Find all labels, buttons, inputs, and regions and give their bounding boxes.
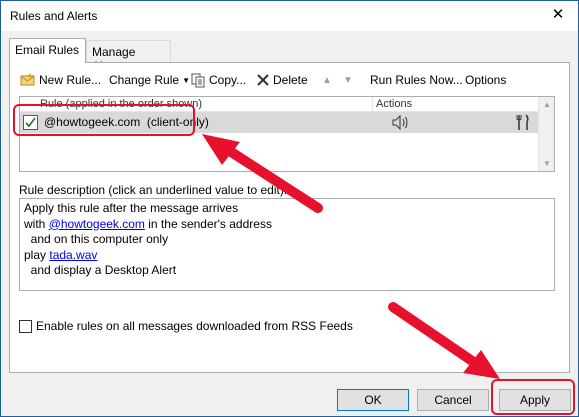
window-title: Rules and Alerts	[10, 9, 98, 23]
description-line-2: with @howtogeek.com in the sender's addr…	[24, 217, 554, 233]
apply-button[interactable]: Apply	[499, 389, 571, 411]
ok-button[interactable]: OK	[337, 389, 409, 411]
change-rule-label: Change Rule	[109, 73, 180, 87]
chevron-down-icon: ▼	[182, 75, 190, 85]
new-rule-button[interactable]: New Rule...	[20, 71, 101, 89]
tab-manage-alerts[interactable]: Manage Alerts	[86, 40, 171, 73]
options-label: Options	[465, 73, 507, 87]
fork-knife-icon	[516, 114, 529, 130]
arrow-down-icon: ▼	[343, 74, 353, 86]
close-icon[interactable]: ✕	[550, 7, 566, 23]
sound-file-link[interactable]: tada.wav	[49, 248, 97, 262]
speaker-icon	[392, 115, 408, 130]
description-line-5: and display a Desktop Alert	[24, 263, 177, 277]
run-rules-now-button[interactable]: Run Rules Now...	[370, 71, 463, 89]
rss-option[interactable]: Enable rules on all messages downloaded …	[19, 319, 353, 333]
arrow-up-icon: ▲	[322, 74, 332, 86]
rule-column-header[interactable]: Rule (applied in the order shown)	[40, 97, 202, 112]
description-line-4: play tada.wav	[24, 248, 554, 264]
description-text: with	[24, 216, 49, 231]
cancel-button[interactable]: Cancel	[417, 389, 489, 411]
rss-label: Enable rules on all messages downloaded …	[36, 319, 353, 333]
copy-label: Copy...	[209, 73, 247, 87]
rules-list[interactable]: Rule (applied in the order shown) Action…	[19, 96, 555, 172]
description-line-1: Apply this rule after the message arrive…	[24, 201, 239, 215]
actions-column-header[interactable]: Actions	[372, 97, 412, 112]
options-button[interactable]: Options	[465, 71, 506, 89]
copy-button[interactable]: Copy...	[191, 71, 246, 89]
change-rule-button[interactable]: Change Rule ▼	[109, 71, 190, 89]
delete-button[interactable]: Delete	[256, 71, 308, 89]
rule-row[interactable]: @howtogeek.com (client-only)	[20, 112, 540, 133]
rules-and-alerts-dialog: Rules and Alerts ✕ Email Rules Manage Al…	[0, 0, 579, 417]
title-bar: Rules and Alerts ✕	[1, 1, 578, 31]
description-line-3: and on this computer only	[24, 232, 169, 246]
delete-label: Delete	[273, 73, 308, 87]
scroll-up-icon[interactable]: ▲	[543, 100, 551, 109]
description-text: in the sender's address	[144, 216, 272, 231]
copy-icon	[191, 73, 205, 87]
rss-checkbox[interactable]	[19, 319, 32, 333]
rule-description-label: Rule description (click an underlined va…	[19, 183, 288, 197]
new-rule-icon	[20, 73, 35, 86]
move-down-button[interactable]: ▼	[343, 71, 353, 89]
checkmark-icon	[25, 117, 36, 128]
tab-email-rules[interactable]: Email Rules	[9, 38, 86, 63]
description-text: play	[24, 247, 50, 262]
run-rules-now-label: Run Rules Now...	[370, 73, 463, 87]
rule-enabled-checkbox[interactable]	[23, 115, 38, 130]
rule-description-box: Apply this rule after the message arrive…	[19, 198, 555, 291]
delete-x-icon	[257, 74, 269, 86]
rules-list-scrollbar[interactable]: ▲ ▼	[538, 97, 554, 171]
move-up-button[interactable]: ▲	[322, 71, 332, 89]
rule-name: @howtogeek.com (client-only)	[44, 115, 209, 129]
new-rule-label: New Rule...	[39, 73, 102, 87]
sender-address-link[interactable]: @howtogeek.com	[49, 217, 145, 231]
rules-list-header: Rule (applied in the order shown) Action…	[20, 97, 540, 112]
rules-toolbar: New Rule... Change Rule ▼ Copy... Delete…	[13, 69, 553, 91]
scroll-down-icon[interactable]: ▼	[543, 159, 551, 168]
